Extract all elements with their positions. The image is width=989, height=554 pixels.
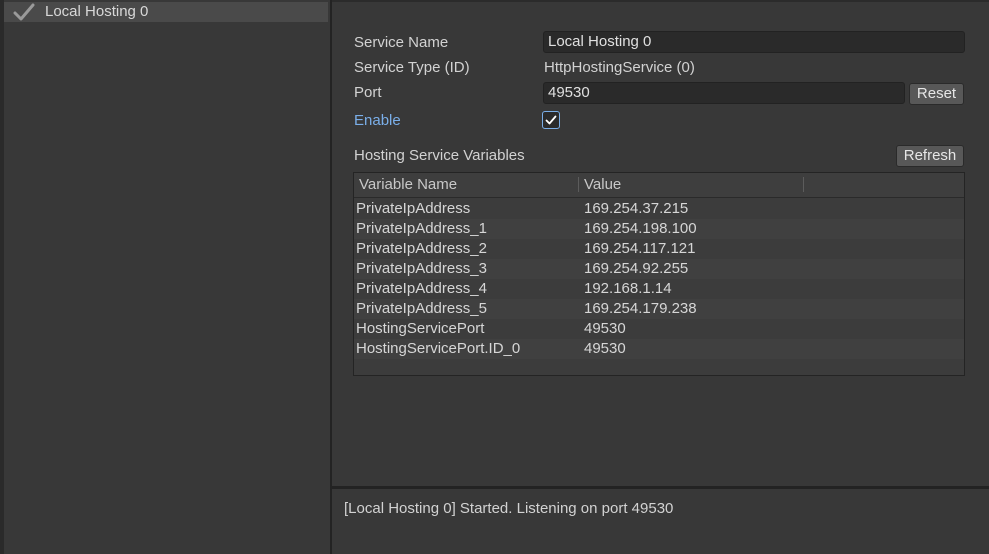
table-row[interactable]: PrivateIpAddress_3 169.254.92.255 bbox=[354, 259, 964, 279]
cell-variable-name: PrivateIpAddress_5 bbox=[356, 300, 487, 317]
cell-variable-name: PrivateIpAddress_4 bbox=[356, 280, 487, 297]
table-row[interactable]: PrivateIpAddress_2 169.254.117.121 bbox=[354, 239, 964, 259]
cell-value: 169.254.117.121 bbox=[584, 240, 696, 257]
column-resize-handle[interactable] bbox=[803, 177, 804, 192]
variables-table: Variable Name Value PrivateIpAddress 169… bbox=[353, 172, 965, 376]
log-message: [Local Hosting 0] Started. Listening on … bbox=[344, 500, 674, 517]
list-item-local-hosting-0[interactable]: Local Hosting 0 bbox=[4, 2, 328, 22]
table-row[interactable]: PrivateIpAddress_5 169.254.179.238 bbox=[354, 299, 964, 319]
port-label: Port bbox=[354, 84, 382, 101]
hosting-service-list: Local Hosting 0 bbox=[0, 0, 330, 554]
cell-value: 169.254.37.215 bbox=[584, 200, 689, 217]
cell-variable-name: PrivateIpAddress_2 bbox=[356, 240, 487, 257]
table-row[interactable]: HostingServicePort.ID_0 49530 bbox=[354, 339, 964, 359]
table-row[interactable]: PrivateIpAddress_1 169.254.198.100 bbox=[354, 219, 964, 239]
variables-section-title: Hosting Service Variables bbox=[354, 147, 525, 164]
table-row[interactable]: HostingServicePort 49530 bbox=[354, 319, 964, 339]
service-type-value: HttpHostingService (0) bbox=[544, 59, 695, 76]
detail-top-border bbox=[332, 0, 989, 2]
cell-value: 169.254.179.238 bbox=[584, 300, 697, 317]
list-item-label: Local Hosting 0 bbox=[45, 3, 149, 20]
cell-value: 169.254.92.255 bbox=[584, 260, 689, 277]
cell-variable-name: PrivateIpAddress_3 bbox=[356, 260, 487, 277]
cell-value: 192.168.1.14 bbox=[584, 280, 672, 297]
cell-value: 49530 bbox=[584, 320, 626, 337]
table-header: Variable Name Value bbox=[354, 173, 964, 198]
port-field[interactable]: 49530 bbox=[543, 82, 905, 104]
service-name-field[interactable]: Local Hosting 0 bbox=[543, 31, 965, 53]
left-edge bbox=[0, 0, 4, 554]
refresh-button[interactable]: Refresh bbox=[896, 145, 964, 167]
service-name-label: Service Name bbox=[354, 34, 449, 51]
column-header-value[interactable]: Value bbox=[584, 176, 621, 193]
cell-value: 49530 bbox=[584, 340, 626, 357]
cell-variable-name: HostingServicePort bbox=[356, 320, 485, 337]
reset-button[interactable]: Reset bbox=[909, 83, 964, 105]
cell-variable-name: PrivateIpAddress_1 bbox=[356, 220, 487, 237]
enable-checkbox[interactable] bbox=[542, 111, 560, 129]
log-panel bbox=[332, 489, 989, 554]
cell-value: 169.254.198.100 bbox=[584, 220, 697, 237]
cell-variable-name: HostingServicePort.ID_0 bbox=[356, 340, 521, 357]
column-header-variable-name[interactable]: Variable Name bbox=[359, 176, 457, 193]
column-resize-handle[interactable] bbox=[578, 177, 579, 192]
checkmark-icon bbox=[13, 3, 35, 21]
enable-label: Enable bbox=[354, 112, 401, 129]
cell-variable-name: PrivateIpAddress bbox=[356, 200, 471, 217]
table-row[interactable]: PrivateIpAddress_4 192.168.1.14 bbox=[354, 279, 964, 299]
service-type-label: Service Type (ID) bbox=[354, 59, 470, 76]
table-row[interactable]: PrivateIpAddress 169.254.37.215 bbox=[354, 199, 964, 219]
checkmark-icon bbox=[545, 115, 557, 125]
hosting-services-window: Local Hosting 0 Service Name Local Hosti… bbox=[0, 0, 989, 554]
